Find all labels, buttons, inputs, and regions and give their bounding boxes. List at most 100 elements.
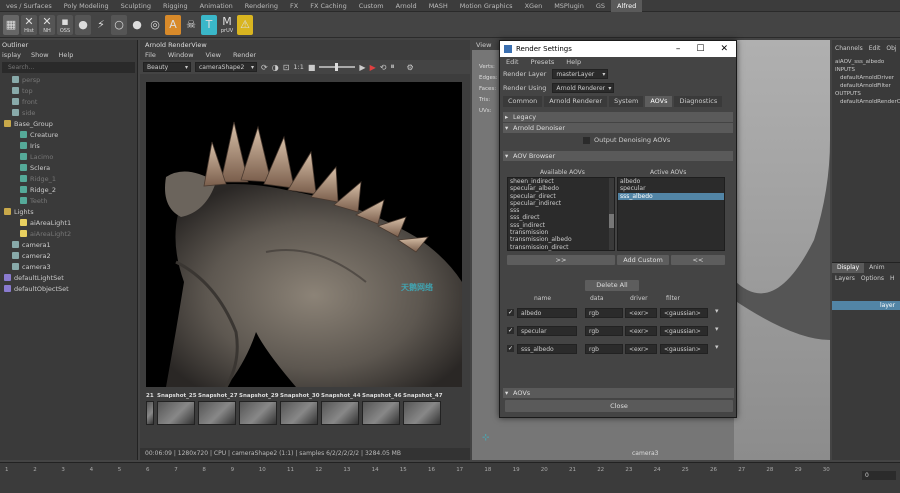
outliner-item[interactable]: camera1 bbox=[0, 240, 137, 251]
aov-browser-section[interactable]: AOV Browser bbox=[503, 151, 733, 161]
snapshot[interactable]: Snapshot_44 bbox=[321, 392, 361, 430]
circle-icon[interactable]: ● bbox=[75, 14, 91, 35]
add-all-aovs-button[interactable]: >> bbox=[507, 255, 615, 265]
add-custom-button[interactable]: Add Custom bbox=[617, 255, 669, 265]
aov-data-select[interactable]: rgb bbox=[585, 326, 623, 336]
outliner-menu-item[interactable]: Help bbox=[59, 50, 74, 60]
channelbox-input[interactable]: defaultArnoldFilter bbox=[832, 82, 900, 90]
skull-icon[interactable]: ☠ bbox=[183, 14, 199, 35]
aov-name-field[interactable]: specular bbox=[517, 326, 577, 336]
outliner-item[interactable]: Lights bbox=[0, 207, 137, 218]
outliner-item[interactable]: Ridge_2 bbox=[0, 185, 137, 196]
color-icon[interactable]: ◑ bbox=[272, 63, 279, 72]
snapshot[interactable]: Snapshot_47 bbox=[403, 392, 443, 430]
available-aov-item[interactable]: specular_direct bbox=[508, 193, 614, 200]
display-tab[interactable]: Anim bbox=[864, 263, 889, 273]
available-aov-item[interactable]: specular_albedo bbox=[508, 185, 614, 192]
bulb-icon[interactable]: ● bbox=[129, 14, 145, 35]
snapshot[interactable]: Snapshot_46 bbox=[362, 392, 402, 430]
time-slider[interactable]: 1 2 3 4 5 6 7 8 9 10 11 12 13 14 15 16 17 18 19 20 21 22 23 24 2… bbox=[0, 462, 900, 493]
shelf-tab[interactable]: Alfred bbox=[611, 0, 643, 12]
aov-filter-select[interactable]: <gaussian> bbox=[660, 308, 708, 318]
current-frame-field[interactable]: 0 bbox=[862, 471, 896, 480]
shelf-tab[interactable]: FX bbox=[284, 0, 304, 12]
available-aov-item[interactable]: sss_indirect bbox=[508, 222, 614, 229]
snapshot[interactable]: Snapshot_25 bbox=[157, 392, 197, 430]
outliner-item[interactable]: aiAreaLight2 bbox=[0, 229, 137, 240]
aov-data-select[interactable]: rgb bbox=[585, 308, 623, 318]
aov-name-field[interactable]: sss_albedo bbox=[517, 344, 577, 354]
minimize-icon[interactable]: – bbox=[676, 44, 681, 54]
pruv-icon[interactable]: MprUV bbox=[219, 14, 235, 35]
aov-name-field[interactable]: albedo bbox=[517, 308, 577, 318]
shelf-tab[interactable]: FX Caching bbox=[304, 0, 353, 12]
active-aovs-list[interactable]: albedo specular sss_albedo bbox=[617, 177, 725, 251]
channelbox-menu-item[interactable]: Edit bbox=[869, 40, 881, 58]
shelf-tab[interactable]: MSPlugin bbox=[548, 0, 590, 12]
shelf-tab[interactable]: Custom bbox=[353, 0, 390, 12]
maximize-icon[interactable]: ☐ bbox=[696, 44, 704, 54]
chevron-down-icon[interactable]: ▾ bbox=[715, 307, 719, 315]
outliner-search-input[interactable]: Search... bbox=[2, 62, 135, 73]
arnold-denoiser-section[interactable]: Arnold Denoiser bbox=[503, 123, 733, 133]
refresh-icon[interactable]: ⟳ bbox=[261, 63, 268, 72]
render-settings-tab[interactable]: Arnold Renderer bbox=[544, 96, 608, 107]
gear-icon[interactable]: ⚙ bbox=[406, 63, 413, 72]
aov-select[interactable]: Beauty ▾ bbox=[143, 62, 191, 72]
render-layer-select[interactable]: masterLayer ▾ bbox=[552, 69, 609, 79]
outliner-item[interactable]: Ridge_1 bbox=[0, 174, 137, 185]
outliner-item[interactable]: Iris bbox=[0, 141, 137, 152]
renderview-menu-item[interactable]: Render bbox=[233, 50, 256, 60]
shelf-tab[interactable]: Rendering bbox=[239, 0, 284, 12]
shelf-tab[interactable]: Animation bbox=[194, 0, 239, 12]
outliner-item[interactable]: top bbox=[0, 86, 137, 97]
t-pose-icon[interactable]: T bbox=[201, 14, 217, 35]
snapshot[interactable]: Snapshot_29 bbox=[239, 392, 279, 430]
delete-all-button[interactable]: Delete All bbox=[585, 280, 639, 291]
render-settings-menu-item[interactable]: Help bbox=[566, 57, 581, 68]
outliner-menu-item[interactable]: Show bbox=[31, 50, 49, 60]
available-aov-item[interactable]: transmission_direct bbox=[508, 244, 614, 251]
outliner-item[interactable]: Lacimo bbox=[0, 152, 137, 163]
aov-filter-select[interactable]: <gaussian> bbox=[660, 344, 708, 354]
render-settings-tab[interactable]: AOVs bbox=[645, 96, 673, 107]
render-settings-tab[interactable]: Common bbox=[503, 96, 543, 107]
render-settings-menu-item[interactable]: Edit bbox=[506, 57, 519, 68]
channelbox-menu-item[interactable]: Obj bbox=[886, 40, 896, 58]
active-aov-item[interactable]: specular bbox=[618, 185, 724, 192]
aov-enabled-checkbox[interactable]: ✓ bbox=[507, 327, 514, 334]
aov-driver-select[interactable]: <exr> bbox=[625, 308, 657, 318]
remove-all-aovs-button[interactable]: << bbox=[671, 255, 725, 265]
viewport-view-menu[interactable]: View bbox=[476, 41, 491, 49]
shelf-tab[interactable]: GS bbox=[590, 0, 611, 12]
outliner-item[interactable]: Teeth bbox=[0, 196, 137, 207]
aov-driver-select[interactable]: <exr> bbox=[625, 344, 657, 354]
shelf-tab[interactable]: ves / Surfaces bbox=[0, 0, 58, 12]
bolt-icon[interactable]: ⚡ bbox=[93, 14, 109, 35]
render-settings-tab[interactable]: System bbox=[609, 96, 644, 107]
aov-filter-select[interactable]: <gaussian> bbox=[660, 326, 708, 336]
display-menu-item[interactable]: Options bbox=[861, 273, 884, 285]
camera-select[interactable]: cameraShape2 ▾ bbox=[195, 62, 257, 72]
chevron-down-icon[interactable]: ▾ bbox=[715, 343, 719, 351]
snapshot[interactable]: 21 bbox=[146, 392, 154, 430]
outliner-item[interactable]: persp bbox=[0, 75, 137, 86]
layer-row[interactable]: layer bbox=[832, 301, 900, 310]
play-icon[interactable]: ▶ bbox=[359, 63, 365, 72]
ipr-icon[interactable]: ⟲ bbox=[380, 63, 387, 72]
display-tab[interactable]: Display bbox=[832, 263, 865, 273]
aovs-section[interactable]: AOVs bbox=[503, 388, 734, 398]
shelf-tab[interactable]: Motion Graphics bbox=[454, 0, 519, 12]
render-settings-menu-item[interactable]: Presets bbox=[531, 57, 555, 68]
renderview-menu-item[interactable]: File bbox=[145, 50, 156, 60]
crop-icon[interactable]: ⊡ bbox=[283, 63, 290, 72]
channelbox-menu-item[interactable]: Channels bbox=[835, 40, 863, 58]
grid-icon[interactable]: ▦ bbox=[3, 14, 19, 35]
outliner-item[interactable]: aiAreaLight1 bbox=[0, 218, 137, 229]
channelbox-input[interactable]: defaultArnoldDriver bbox=[832, 74, 900, 82]
available-aov-item[interactable]: transmission bbox=[508, 229, 614, 236]
available-aovs-scrollbar[interactable] bbox=[609, 178, 614, 250]
renderview-menu-item[interactable]: View bbox=[206, 50, 221, 60]
channelbox-output[interactable]: defaultArnoldRenderOp bbox=[832, 98, 900, 106]
stop-icon[interactable]: ■ bbox=[308, 63, 316, 72]
